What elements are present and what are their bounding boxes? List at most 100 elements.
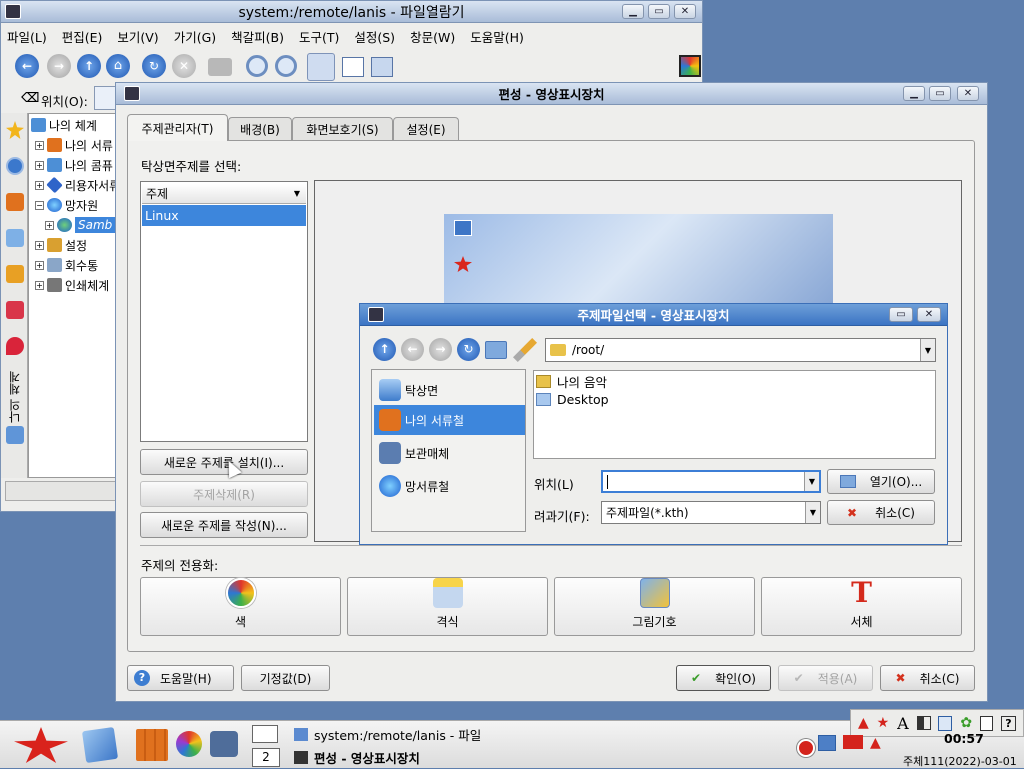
network-icon[interactable] [818,735,836,751]
tree-item[interactable]: + 리용자서류 [35,176,115,194]
new-folder-icon[interactable] [485,341,507,359]
network-no-access-icon[interactable] [797,739,815,757]
clock-date[interactable]: 주체111(2022)-03-01 [903,753,1017,769]
path-combo[interactable]: /root/ ▼ [545,338,936,362]
documents-icon[interactable] [136,729,168,761]
ok-button[interactable]: ✔ 확인(O) [676,665,771,691]
tree-item[interactable]: + 나의 서류 [35,136,113,154]
remove-theme-button[interactable]: 주제삭제(R) [140,481,308,507]
file-manager-titlebar[interactable]: system:/remote/lanis - 파일열람기 ▁ ▭ ✕ [1,1,702,23]
close-button[interactable]: ✕ [674,4,696,19]
chooser-cancel-button[interactable]: ✖ 취소(C) [827,500,935,525]
chevron-down-icon[interactable]: ▼ [920,339,935,361]
theme-item-linux[interactable]: Linux [142,205,306,226]
menu-file[interactable]: 파일(L) [7,27,47,46]
icons-button[interactable]: 그림기호 [554,577,755,636]
menu-window[interactable]: 창문(W) [410,27,455,46]
settings-icon[interactable] [6,265,24,283]
color-button[interactable]: 색 [140,577,341,636]
expand-icon[interactable]: + [35,240,44,250]
maximize-button[interactable]: ▭ [648,4,670,19]
chevron-down-icon[interactable]: ▼ [805,502,820,523]
documents-icon[interactable] [6,193,24,211]
network-icon[interactable] [6,229,24,247]
expand-icon[interactable]: + [35,140,44,150]
location-input[interactable]: ▼ [601,470,821,493]
back-icon[interactable]: ← [401,338,424,361]
flame-icon[interactable]: ▲ [858,715,869,731]
expand-icon[interactable]: + [35,160,44,170]
minimize-button[interactable]: ▁ [903,86,925,101]
display-dialog-titlebar[interactable]: 편성 - 영상표시장치 ▁ ▭ ✕ [116,83,987,105]
defaults-button[interactable]: 기정값(D) [241,665,330,691]
tree-item[interactable]: + Samb [45,216,115,234]
maximize-button[interactable]: ▭ [929,86,951,101]
red-star-icon[interactable]: ★ [877,715,890,731]
tab-theme-manager[interactable]: 주제관리자(T) [127,114,228,141]
tab-settings[interactable]: 설정(E) [393,117,459,141]
place-desktop[interactable]: 탁상면 [374,375,525,405]
window-list-icon[interactable] [252,725,278,743]
close-button[interactable]: ✕ [917,307,941,322]
chevron-down-icon[interactable]: ▼ [804,472,819,491]
sidebar-tab-label[interactable]: 나의 체계 [6,371,23,423]
pin-icon[interactable] [6,337,24,355]
tree-item[interactable]: + 인쇄체계 [35,276,109,294]
minimize-button[interactable]: ▁ [622,4,644,19]
expand-icon[interactable]: + [45,220,54,230]
cancel-button[interactable]: ✖ 취소(C) [880,665,975,691]
forward-icon[interactable]: → [429,338,452,361]
clipboard-icon[interactable] [980,715,994,731]
browser-globe-icon[interactable] [176,731,202,757]
desktop-pager[interactable]: 2 [252,748,280,767]
menu-settings[interactable]: 설정(S) [354,27,395,46]
clear-location-icon[interactable]: ⌫ [21,91,39,106]
font-a-icon[interactable]: A [897,714,909,733]
zoom-in-icon[interactable] [246,55,268,77]
create-theme-button[interactable]: 새로운 주제를 작성(N)... [140,512,308,538]
star-icon[interactable] [6,121,24,139]
open-button[interactable]: 열기(O)... [827,469,935,494]
expand-icon[interactable]: + [35,180,44,190]
columns-icon[interactable] [916,716,931,730]
close-button[interactable]: ✕ [957,86,979,101]
clock-time[interactable]: 00:57 [944,731,984,746]
place-storage[interactable]: 보관매체 [374,438,525,468]
task-item-file-manager[interactable]: system:/remote/lanis - 파일 [294,724,488,745]
expand-icon[interactable]: + [35,280,44,290]
history-icon[interactable] [6,157,24,175]
tab-screensaver[interactable]: 화면보호기(S) [292,117,393,141]
menu-tools[interactable]: 도구(T) [299,27,339,46]
start-menu-icon[interactable] [14,727,68,763]
home-icon[interactable]: ⌂ [106,54,130,78]
task-item-display-settings[interactable]: 편성 - 영상표시장치 [294,747,488,767]
font-button[interactable]: T 서체 [761,577,962,636]
style-button[interactable]: 격식 [347,577,548,636]
expand-icon[interactable]: + [35,260,44,270]
file-item-music[interactable]: 나의 음악 [536,373,607,390]
place-documents[interactable]: 나의 서류철 [374,405,525,435]
tools-icon[interactable]: ✿ [960,715,972,731]
menu-view[interactable]: 보기(V) [117,27,158,46]
maximize-button[interactable]: ▭ [889,307,913,322]
tab-background[interactable]: 배경(B) [228,117,292,141]
text-editor-icon[interactable] [81,726,119,764]
bookmark-icon[interactable] [6,301,24,319]
back-icon[interactable]: ← [15,54,39,78]
collapse-icon[interactable]: − [35,200,44,210]
reload-icon[interactable]: ↻ [142,54,166,78]
menu-help[interactable]: 도움말(H) [470,27,524,46]
theme-list-header[interactable]: 주제 ▼ [142,184,306,204]
icon-view-icon[interactable] [307,53,335,81]
print-icon[interactable] [208,58,232,76]
menu-bookmarks[interactable]: 책갈피(B) [231,27,284,46]
forward-icon[interactable]: → [47,54,71,78]
menu-edit[interactable]: 편집(E) [62,27,103,46]
file-chooser-titlebar[interactable]: 주제파일선택 - 영상표시장치 ▭ ✕ [360,304,947,326]
computer-icon[interactable] [6,426,24,444]
filter-combo[interactable]: 주제파일(*.kth) ▼ [601,501,821,524]
up-icon[interactable]: ↑ [373,338,396,361]
file-item-desktop[interactable]: Desktop [536,391,609,408]
media-icon[interactable] [210,731,238,757]
place-network[interactable]: 망서류철 [374,471,525,501]
